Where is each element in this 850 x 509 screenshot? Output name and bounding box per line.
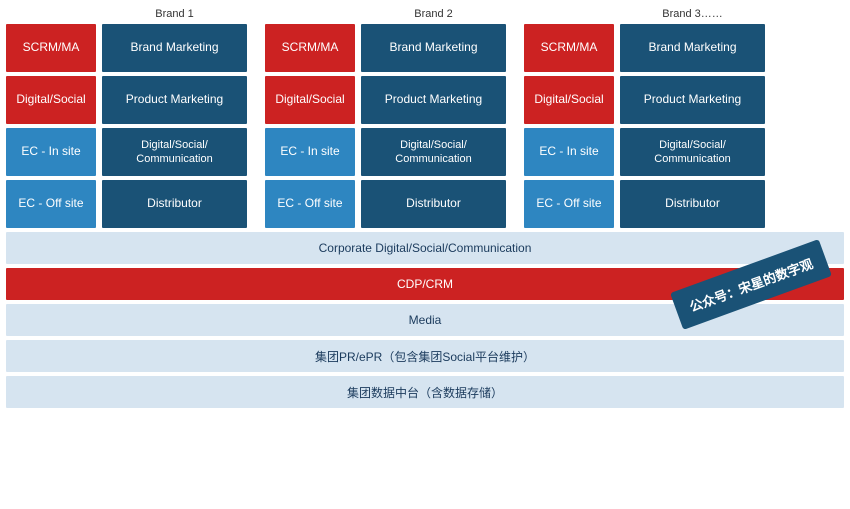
corporate-dsc: Corporate Digital/Social/Communication — [6, 232, 844, 264]
ec-insite-2: EC - In site — [265, 128, 355, 176]
brand1-label: Brand 1 — [102, 8, 247, 20]
scrm-ma-3: SCRM/MA — [524, 24, 614, 72]
row-4: EC - Off site Distributor EC - Off site … — [6, 180, 844, 228]
ec-offsite-3: EC - Off site — [524, 180, 614, 228]
ec-offsite-1: EC - Off site — [6, 180, 96, 228]
spacer-3 — [265, 8, 355, 20]
digital-social-1: Digital/Social — [6, 76, 96, 124]
brand2-label: Brand 2 — [361, 8, 506, 20]
brand3-label: Brand 3…… — [620, 8, 765, 20]
pr-epr: 集团PR/ePR（包含集团Social平台维护） — [6, 340, 844, 372]
distributor-1: Distributor — [102, 180, 247, 228]
product-marketing-3: Product Marketing — [620, 76, 765, 124]
row-1: SCRM/MA Brand Marketing SCRM/MA Brand Ma… — [6, 24, 844, 72]
brand-marketing-2: Brand Marketing — [361, 24, 506, 72]
distributor-3: Distributor — [620, 180, 765, 228]
ec-insite-1: EC - In site — [6, 128, 96, 176]
main-container: Brand 1 Brand 2 Brand 3…… SCRM/MA Brand … — [0, 0, 850, 414]
brand-marketing-3: Brand Marketing — [620, 24, 765, 72]
digital-social-2: Digital/Social — [265, 76, 355, 124]
bottom-rows: Corporate Digital/Social/Communication C… — [6, 232, 844, 408]
scrm-ma-1: SCRM/MA — [6, 24, 96, 72]
spacer-5 — [524, 8, 614, 20]
spacer-4 — [512, 8, 518, 20]
ec-offsite-2: EC - Off site — [265, 180, 355, 228]
data-platform: 集团数据中台（含数据存储） — [6, 376, 844, 408]
spacer-2 — [253, 8, 259, 20]
ec-insite-3: EC - In site — [524, 128, 614, 176]
scrm-ma-2: SCRM/MA — [265, 24, 355, 72]
dsc-2: Digital/Social/Communication — [361, 128, 506, 176]
brand-marketing-1: Brand Marketing — [102, 24, 247, 72]
spacer-1 — [6, 8, 96, 20]
row-3: EC - In site Digital/Social/Communicatio… — [6, 128, 844, 176]
distributor-2: Distributor — [361, 180, 506, 228]
digital-social-3: Digital/Social — [524, 76, 614, 124]
brand-headers: Brand 1 Brand 2 Brand 3…… — [6, 8, 844, 20]
row-2: Digital/Social Product Marketing Digital… — [6, 76, 844, 124]
product-marketing-1: Product Marketing — [102, 76, 247, 124]
grid: SCRM/MA Brand Marketing SCRM/MA Brand Ma… — [6, 24, 844, 228]
dsc-3: Digital/Social/Communication — [620, 128, 765, 176]
product-marketing-2: Product Marketing — [361, 76, 506, 124]
dsc-1: Digital/Social/Communication — [102, 128, 247, 176]
